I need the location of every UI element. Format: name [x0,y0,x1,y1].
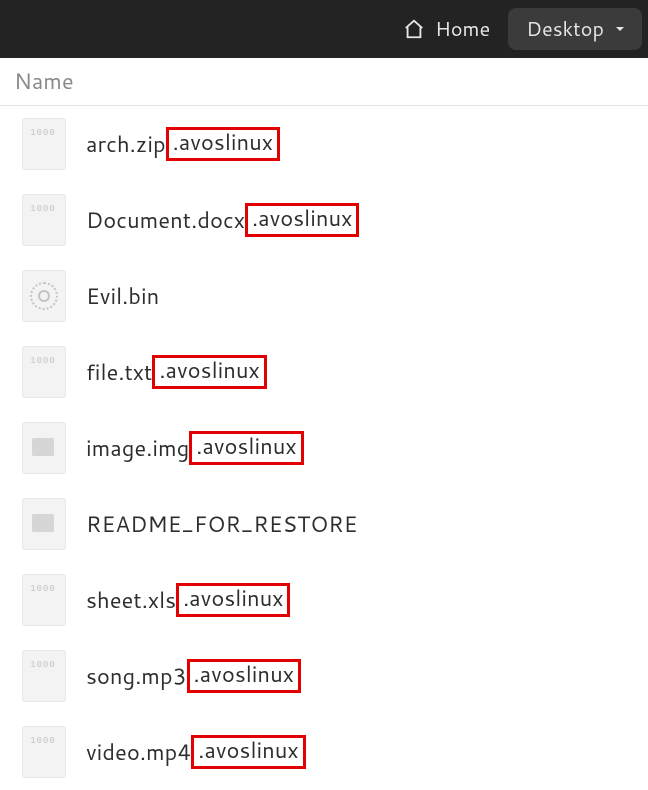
note-file-icon [22,498,66,550]
note-file-icon [22,422,66,474]
binary-file-icon [22,194,66,246]
file-name: Document.docx.avoslinux [86,203,359,237]
file-name-base: sheet.xls [86,585,176,616]
file-name-base: video.mp4 [86,737,191,768]
file-row[interactable]: image.img.avoslinux [0,410,648,486]
home-icon [403,18,425,40]
file-name: sheet.xls.avoslinux [86,583,290,617]
file-name: file.txt.avoslinux [86,355,267,389]
file-name-extension-highlight: .avoslinux [245,203,359,237]
file-name-base: file.txt [86,357,152,388]
gear-file-icon [22,270,66,322]
file-name-extension-highlight: .avoslinux [191,735,305,769]
home-label: Home [435,15,490,43]
file-row[interactable]: file.txt.avoslinux [0,334,648,410]
location-dropdown[interactable]: Desktop [508,8,642,50]
column-header-name[interactable]: Name [0,58,648,106]
binary-file-icon [22,650,66,702]
file-name-base: arch.zip [86,129,166,160]
home-button[interactable]: Home [393,8,506,50]
file-row[interactable]: sheet.xls.avoslinux [0,562,648,638]
path-toolbar: Home Desktop [0,0,648,58]
binary-file-icon [22,726,66,778]
file-name-extension-highlight: .avoslinux [189,431,303,465]
location-label: Desktop [526,15,604,43]
file-name-extension-highlight: .avoslinux [176,583,290,617]
file-row[interactable]: video.mp4.avoslinux [0,714,648,790]
file-row[interactable]: README_FOR_RESTORE [0,486,648,562]
file-row[interactable]: arch.zip.avoslinux [0,106,648,182]
column-header-label: Name [14,66,74,97]
binary-file-icon [22,574,66,626]
file-name: README_FOR_RESTORE [86,509,357,540]
file-name-base: Evil.bin [86,281,159,312]
file-name-base: Document.docx [86,205,245,236]
file-name-extension-highlight: .avoslinux [152,355,266,389]
file-row[interactable]: song.mp3.avoslinux [0,638,648,714]
binary-file-icon [22,346,66,398]
file-name: song.mp3.avoslinux [86,659,301,693]
file-row[interactable]: Evil.bin [0,258,648,334]
file-name: arch.zip.avoslinux [86,127,280,161]
file-name-extension-highlight: .avoslinux [166,127,280,161]
chevron-down-icon [612,21,628,37]
file-name-base: song.mp3 [86,661,187,692]
file-list: arch.zip.avoslinuxDocument.docx.avoslinu… [0,106,648,790]
file-row[interactable]: Document.docx.avoslinux [0,182,648,258]
file-name-base: image.img [86,433,189,464]
file-name-base: README_FOR_RESTORE [86,509,357,540]
file-name: video.mp4.avoslinux [86,735,306,769]
binary-file-icon [22,118,66,170]
file-name-extension-highlight: .avoslinux [187,659,301,693]
file-name: Evil.bin [86,281,159,312]
file-name: image.img.avoslinux [86,431,304,465]
